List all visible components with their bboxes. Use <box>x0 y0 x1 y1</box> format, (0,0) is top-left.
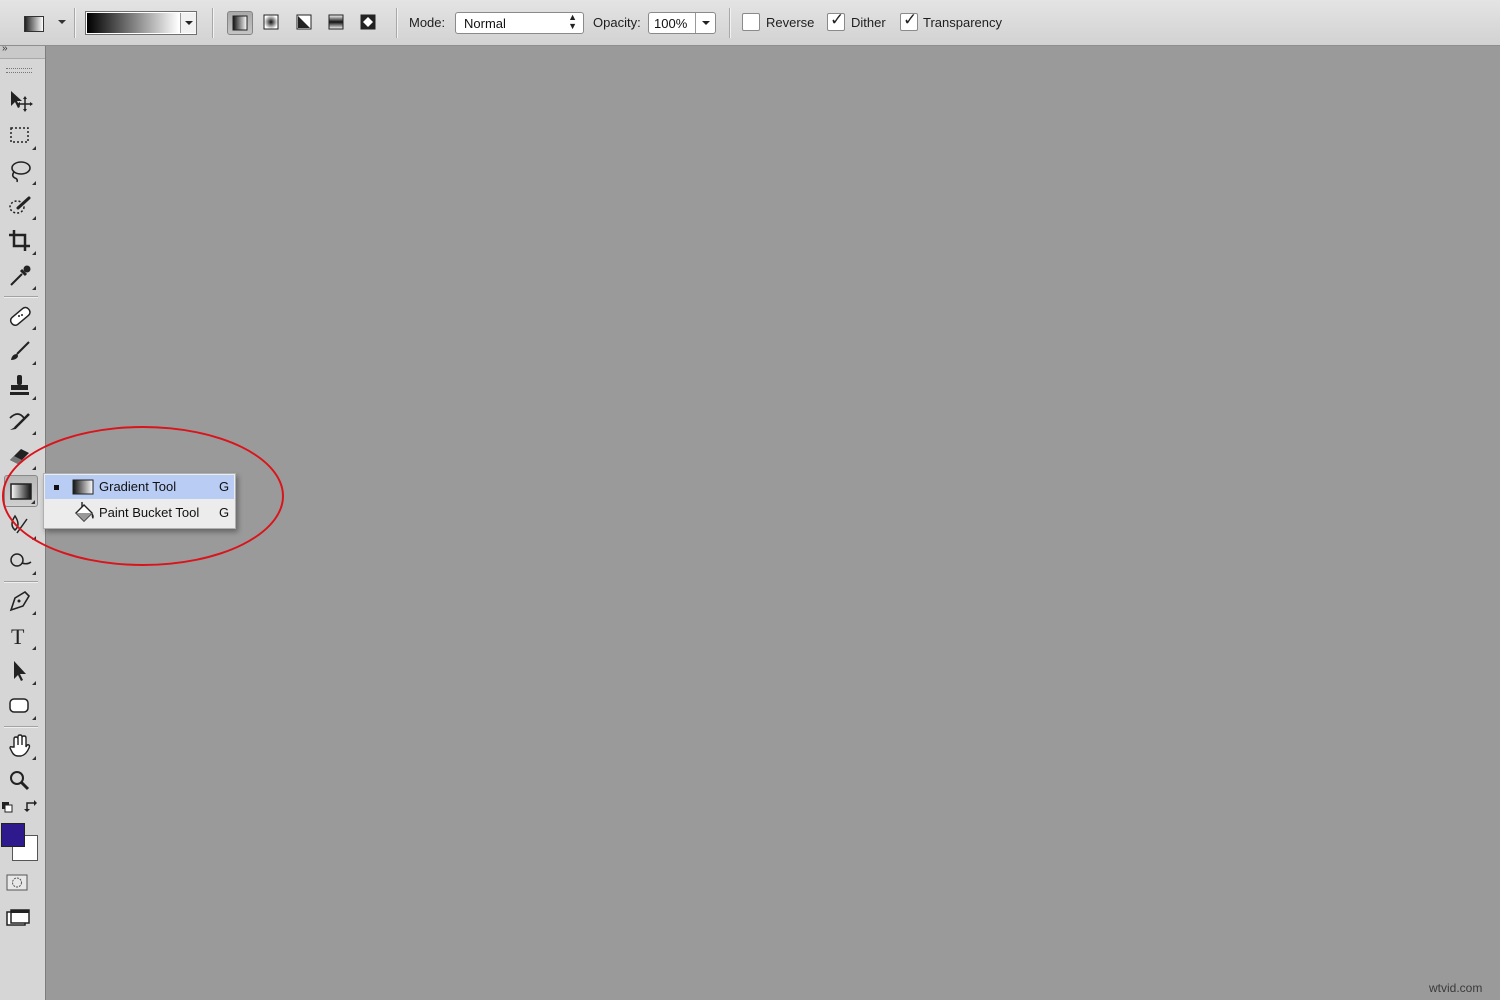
stamp-icon <box>10 375 29 395</box>
reflected-gradient-icon <box>328 14 344 30</box>
history-brush-icon <box>9 413 30 430</box>
move-tool[interactable] <box>4 85 38 117</box>
gradient-picker[interactable] <box>85 11 197 35</box>
zoom-icon <box>10 771 30 791</box>
transparency-checkbox[interactable]: ✓ <box>900 10 918 31</box>
rectangular-marquee-tool[interactable] <box>4 120 38 152</box>
svg-text:T: T <box>11 624 25 649</box>
stepper-arrows-icon: ▲ ▼ <box>568 12 577 31</box>
radial-gradient-icon <box>263 14 279 30</box>
rounded-rectangle-icon <box>9 698 29 713</box>
foreground-color-swatch[interactable] <box>1 823 25 847</box>
dither-checkbox[interactable]: ✓ <box>827 10 845 31</box>
lasso-tool[interactable] <box>4 155 38 187</box>
mode-select[interactable]: Normal ▲ ▼ <box>455 12 584 34</box>
linear-gradient-button[interactable] <box>227 11 253 35</box>
rectangle-tool[interactable] <box>4 690 38 722</box>
path-selection-tool[interactable] <box>4 655 38 687</box>
dodge-tool[interactable] <box>4 545 38 577</box>
gradient-preset-icon <box>24 16 44 32</box>
radial-gradient-button[interactable] <box>259 11 285 35</box>
gradient-dropdown-button[interactable] <box>180 13 196 33</box>
crop-tool[interactable] <box>4 225 38 257</box>
opacity-value: 100% <box>654 16 688 31</box>
quick-mask-icon[interactable] <box>6 874 30 892</box>
collapse-panel-icon[interactable]: » <box>2 43 7 54</box>
eyedropper-icon <box>10 265 31 286</box>
spot-healing-brush-tool[interactable] <box>4 300 38 332</box>
default-colors-icon[interactable] <box>1 801 13 813</box>
dither-label: Dither <box>851 15 886 30</box>
quick-selection-tool[interactable] <box>4 190 38 222</box>
opacity-dropdown-button[interactable] <box>695 13 716 33</box>
crop-icon <box>9 230 30 251</box>
chevron-down-icon <box>185 21 193 25</box>
highlight-annotation-ellipse <box>2 426 284 566</box>
chevron-down-icon <box>702 21 710 25</box>
angle-gradient-icon <box>296 14 312 30</box>
history-brush-tool[interactable] <box>4 405 38 437</box>
clone-stamp-tool[interactable] <box>4 370 38 402</box>
linear-gradient-icon <box>232 15 248 31</box>
hand-icon <box>9 734 31 757</box>
type-tool[interactable]: T <box>4 620 38 652</box>
preset-dropdown-arrow-icon[interactable] <box>58 20 66 24</box>
path-selection-icon <box>14 661 26 681</box>
screen-mode-icon[interactable] <box>6 909 32 929</box>
diamond-gradient-icon <box>360 14 376 30</box>
mode-label: Mode: <box>409 15 446 30</box>
marquee-icon <box>10 127 29 143</box>
checkmark-icon: ✓ <box>830 10 845 29</box>
opacity-label: Opacity: <box>593 15 641 30</box>
reverse-label: Reverse <box>766 15 815 30</box>
opacity-field[interactable]: 100% <box>648 12 716 34</box>
eyedropper-tool[interactable] <box>4 260 38 292</box>
pen-icon <box>9 590 31 612</box>
bandage-icon <box>9 306 31 327</box>
swap-colors-icon[interactable] <box>24 799 38 813</box>
brush-icon <box>11 341 30 360</box>
reflected-gradient-button[interactable] <box>324 11 350 35</box>
angle-gradient-button[interactable] <box>292 11 318 35</box>
checkmark-icon: ✓ <box>903 10 918 29</box>
diamond-gradient-button[interactable] <box>356 11 382 35</box>
tools-panel-header[interactable]: » <box>0 43 45 59</box>
move-icon <box>11 91 33 112</box>
type-icon: T <box>11 624 25 649</box>
pen-tool[interactable] <box>4 585 38 617</box>
mode-value: Normal <box>464 16 506 31</box>
transparency-label: Transparency <box>923 15 1002 30</box>
quick-selection-icon <box>9 196 31 214</box>
gradient-preview[interactable] <box>87 13 179 33</box>
tool-preset-picker[interactable] <box>22 12 46 34</box>
panel-grip[interactable] <box>6 68 32 73</box>
hand-tool[interactable] <box>4 730 38 762</box>
zoom-tool[interactable] <box>4 765 38 797</box>
dodge-icon <box>10 553 32 567</box>
lasso-icon <box>11 161 31 183</box>
watermark: wtvid.com <box>1429 981 1483 995</box>
reverse-checkbox[interactable] <box>742 13 760 31</box>
options-bar: Mode: Normal ▲ ▼ Opacity: 100% Reverse ✓ … <box>0 0 1500 46</box>
brush-tool[interactable] <box>4 335 38 367</box>
